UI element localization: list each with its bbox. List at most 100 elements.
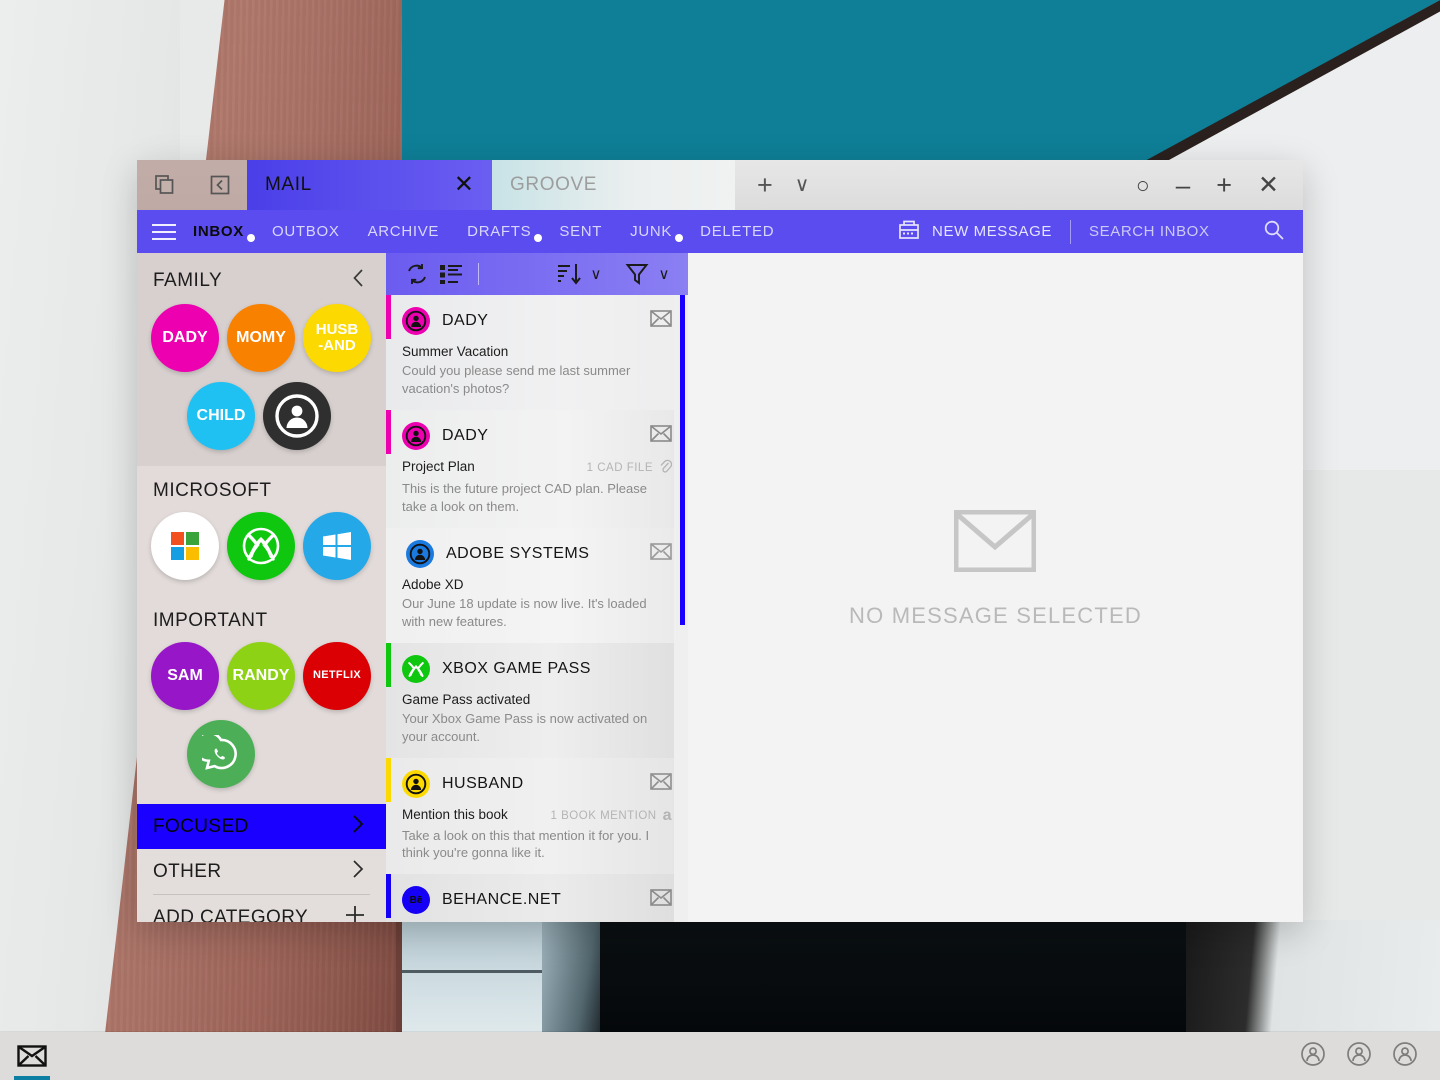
search-icon[interactable] xyxy=(1263,219,1285,245)
message-row-2-unread-envelope-icon[interactable] xyxy=(650,542,672,565)
message-row-3[interactable]: XBOX GAME PASS Game Pass activated Your … xyxy=(386,642,688,758)
message-row-0-sender: DADY xyxy=(442,312,489,329)
sidebar-section-important: IMPORTANT SAM RANDY NETFLIX xyxy=(137,596,386,804)
list-view-icon[interactable] xyxy=(434,257,468,291)
sidebar: FAMILY DADY MOMY HUSB -AND CHILD MICROSO… xyxy=(137,253,386,922)
message-list-panel: ∨ ∨ DADY Summer Vacation Could you pleas… xyxy=(386,253,688,922)
folder-tab-inbox[interactable]: INBOX xyxy=(191,219,256,244)
folder-tab-deleted[interactable]: DELETED xyxy=(698,219,776,244)
avatar-dady[interactable]: DADY xyxy=(151,304,219,372)
avatar-child-label: CHILD xyxy=(196,406,246,424)
folder-tab-sent-label: SENT xyxy=(559,223,603,240)
avatar-person-placeholder[interactable] xyxy=(263,382,331,450)
avatar-husband[interactable]: HUSB -AND xyxy=(303,304,371,372)
tab-mail-close-icon[interactable]: ✕ xyxy=(454,173,474,197)
avatar-whatsapp[interactable] xyxy=(187,720,255,788)
message-row-1[interactable]: DADY Project Plan 1 CAD FILE This is the… xyxy=(386,409,688,528)
windows-logo-icon xyxy=(323,532,351,560)
avatar-sam-label: SAM xyxy=(167,666,203,684)
message-row-0-subject: Summer Vacation xyxy=(402,344,509,359)
sidebar-item-focused[interactable]: FOCUSED xyxy=(137,804,386,849)
chevron-left-icon[interactable] xyxy=(351,267,366,294)
search-inbox-input[interactable]: SEARCH INBOX xyxy=(1071,219,1303,245)
sidebar-item-add-category[interactable]: ADD CATEGORY xyxy=(137,895,386,922)
sidebar-section-microsoft-title: MICROSOFT xyxy=(153,480,272,501)
message-row-2[interactable]: ADOBE SYSTEMS Adobe XD Our June 18 updat… xyxy=(386,527,688,643)
message-row-5[interactable]: Bē BEHANCE.NET Unknow 1 MESSAGE MENTION … xyxy=(386,874,688,922)
message-row-0-unread-envelope-icon[interactable] xyxy=(650,310,672,332)
folder-tab-archive-label: ARCHIVE xyxy=(367,223,440,240)
avatar-microsoft[interactable] xyxy=(151,512,219,580)
tab-menu-chevron-down-icon[interactable]: ∨ xyxy=(795,175,810,195)
window-controls: ○ – + ✕ xyxy=(1136,160,1303,210)
message-row-0-accent xyxy=(386,295,391,339)
no-message-selected-label: NO MESSAGE SELECTED xyxy=(849,603,1142,628)
folder-tab-drafts-label: DRAFTS xyxy=(467,223,532,240)
person-icon xyxy=(405,773,427,794)
sidebar-section-family-title: FAMILY xyxy=(153,269,223,291)
message-row-4[interactable]: HUSBAND Mention this book 1 BOOK MENTION… xyxy=(386,757,688,875)
sidebar-item-add-category-label: ADD CATEGORY xyxy=(153,906,309,923)
new-message-button[interactable]: NEW MESSAGE xyxy=(898,220,1070,244)
taskbar-active-indicator xyxy=(14,1076,50,1080)
refresh-icon[interactable] xyxy=(400,257,434,291)
message-row-2-sender: ADOBE SYSTEMS xyxy=(446,544,590,562)
taskbar-app-mail[interactable] xyxy=(0,1032,64,1080)
avatar-windows[interactable] xyxy=(303,512,371,580)
message-list-toolbar: ∨ ∨ xyxy=(386,253,688,295)
message-row-4-unread-envelope-icon[interactable] xyxy=(650,772,672,795)
taskbar-tray xyxy=(1300,1041,1440,1072)
message-list-scroll[interactable]: DADY Summer Vacation Could you please se… xyxy=(386,295,688,922)
sidebar-item-focused-label: FOCUSED xyxy=(153,815,249,837)
filter-chevron-down-icon[interactable]: ∨ xyxy=(654,265,674,283)
avatar-sam[interactable]: SAM xyxy=(151,642,219,710)
sort-icon[interactable] xyxy=(552,257,586,291)
message-list-scrollbar-thumb[interactable] xyxy=(680,295,685,625)
message-list-scrollbar[interactable] xyxy=(674,295,688,922)
tab-groove[interactable]: GROOVE xyxy=(492,160,735,210)
sidebar-item-other[interactable]: OTHER xyxy=(137,849,386,894)
avatar-child[interactable]: CHILD xyxy=(187,382,255,450)
whatsapp-logo-icon xyxy=(202,735,237,770)
message-row-4-avatar xyxy=(402,769,430,798)
hamburger-icon[interactable] xyxy=(137,223,191,241)
folder-tab-archive[interactable]: ARCHIVE xyxy=(366,219,442,244)
person-icon xyxy=(409,543,431,565)
sort-chevron-down-icon[interactable]: ∨ xyxy=(586,265,606,283)
folder-tab-junk-label: JUNK xyxy=(630,223,673,240)
filter-icon[interactable] xyxy=(620,257,654,291)
restore-button[interactable]: ○ xyxy=(1136,173,1150,197)
minimize-button[interactable]: – xyxy=(1176,172,1190,198)
sidebar-important-avatars: SAM RANDY NETFLIX xyxy=(137,636,386,726)
tray-person-icon-2[interactable] xyxy=(1346,1041,1372,1072)
new-tab-button[interactable]: + xyxy=(757,171,773,199)
folder-tab-junk[interactable]: JUNK xyxy=(628,219,684,244)
avatar-randy-label: RANDY xyxy=(232,666,290,684)
wallpaper-monitor-screen xyxy=(402,922,542,1032)
avatar-netflix[interactable]: NETFLIX xyxy=(303,642,371,710)
close-button[interactable]: ✕ xyxy=(1258,172,1279,198)
maximize-button[interactable]: + xyxy=(1216,171,1232,199)
avatar-netflix-label: NETFLIX xyxy=(313,669,361,682)
avatar-momy[interactable]: MOMY xyxy=(227,304,295,372)
tab-mail[interactable]: MAIL ✕ xyxy=(247,160,492,210)
folder-tab-sent[interactable]: SENT xyxy=(557,219,604,244)
tray-person-icon-1[interactable] xyxy=(1300,1041,1326,1072)
title-bar: MAIL ✕ GROOVE + ∨ ○ – + ✕ xyxy=(137,160,1303,210)
message-row-0[interactable]: DADY Summer Vacation Could you please se… xyxy=(386,295,688,410)
message-row-1-unread-envelope-icon[interactable] xyxy=(650,425,672,447)
avatar-xbox[interactable] xyxy=(227,512,295,580)
tray-person-icon-3[interactable] xyxy=(1392,1041,1418,1072)
message-row-3-subject: Game Pass activated xyxy=(402,691,531,707)
avatar-randy[interactable]: RANDY xyxy=(227,642,295,710)
folder-tab-drafts[interactable]: DRAFTS xyxy=(465,219,543,244)
sidebar-section-microsoft: MICROSOFT xyxy=(137,466,386,596)
back-icon[interactable] xyxy=(205,170,235,200)
folder-tab-outbox-label: OUTBOX xyxy=(272,223,340,240)
message-row-5-unread-envelope-icon[interactable] xyxy=(650,889,672,911)
tabs-icon[interactable] xyxy=(150,170,180,200)
person-icon xyxy=(405,310,427,332)
folder-tab-outbox[interactable]: OUTBOX xyxy=(270,219,342,244)
message-row-3-accent xyxy=(386,642,391,687)
message-row-5-accent xyxy=(386,874,391,919)
